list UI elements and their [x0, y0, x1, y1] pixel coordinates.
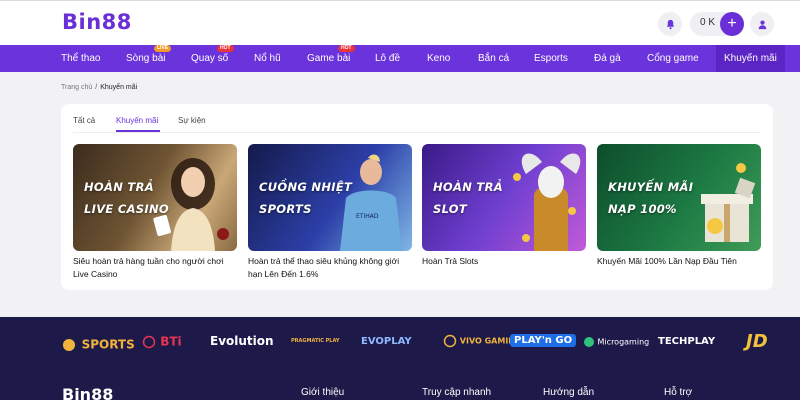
balance-pill[interactable]: 0 K + — [690, 12, 744, 36]
tab-all[interactable]: Tất cả — [73, 116, 95, 125]
partner-name: BTi — [160, 334, 182, 349]
nav-label: Game bài — [307, 53, 351, 64]
bell-icon — [666, 19, 674, 29]
partner-evoplay-logo: EVOPLAY — [361, 336, 412, 347]
tab-promotions[interactable]: Khuyến mãi — [116, 116, 158, 125]
svg-text:ETIHAD: ETIHAD — [356, 213, 379, 220]
nav-item-da-ga[interactable]: Đá gà — [594, 45, 621, 72]
balance-value: 0 K — [700, 17, 716, 28]
breadcrumb-current: Khuyến mãi — [100, 84, 138, 91]
nav-item-no-hu[interactable]: Nổ hũ — [254, 45, 281, 72]
partner-name: SPORTS — [81, 337, 135, 352]
nav-item-lo-de[interactable]: Lô đề — [375, 45, 400, 72]
promo-caption[interactable]: Hoàn Trả Slots — [422, 255, 586, 268]
promo-card-sports[interactable]: ETIHAD CUỒNG NHIỆT SPORTS Hoàn trả thể t… — [248, 144, 412, 281]
nav-item-esports[interactable]: Esports — [534, 45, 568, 72]
nav-item-game-bai[interactable]: Game bài HOT — [307, 45, 355, 72]
nav-item-keno[interactable]: Keno — [427, 45, 450, 72]
footer-col-ho-tro[interactable]: Hỗ trợ — [664, 387, 692, 398]
promo-caption[interactable]: Khuyến Mãi 100% Lần Nạp Đầu Tiên — [597, 255, 761, 268]
site-logo[interactable]: Bin88 — [62, 10, 132, 34]
partner-techplay-logo: TECHPLAY — [658, 336, 716, 347]
promo-card-deposit[interactable]: KHUYẾN MÃI NẠP 100% Khuyến Mãi 100% Lần … — [597, 144, 761, 268]
hot-badge: HOT — [217, 45, 234, 52]
site-footer: SPORTS BTi Evolution PRAGMATIC PLAY EVOP… — [0, 317, 800, 400]
nav-label: Quay số — [191, 53, 229, 64]
promo-caption[interactable]: Siêu hoàn trả hàng tuần cho người chơi L… — [73, 255, 237, 281]
nav-item-song-bai[interactable]: Sòng bài LIVE — [126, 45, 172, 72]
nav-item-khuyen-mai[interactable]: Khuyến mãi — [716, 45, 785, 72]
top-header: Bin88 0 K + — [0, 0, 800, 45]
breadcrumb-separator: / — [95, 84, 98, 91]
microgaming-circle-icon — [584, 337, 594, 347]
nav-item-cong-game[interactable]: Cổng game — [647, 45, 699, 72]
nav-item-ban-ca[interactable]: Bắn cá — [478, 45, 509, 72]
banner-title: HOÀN TRẢ — [84, 180, 154, 194]
egyptian-god-illustration — [513, 153, 581, 251]
notification-button[interactable] — [658, 12, 682, 36]
partner-evolution-logo: Evolution — [210, 334, 274, 348]
breadcrumb-home[interactable]: Trang chủ — [61, 84, 92, 91]
partner-name: Microgaming — [597, 337, 650, 347]
gift-box-illustration — [701, 163, 756, 242]
casino-dealer-illustration — [153, 158, 229, 251]
footer-col-gioi-thieu[interactable]: Giới thiệu — [301, 387, 344, 398]
footer-logo[interactable]: Bin88 — [62, 385, 113, 400]
hot-badge: HOT — [338, 45, 355, 52]
partner-microgaming-logo: Microgaming — [583, 336, 649, 348]
active-tab-indicator — [116, 130, 160, 132]
banner-title: CUỒNG NHIỆT — [259, 180, 353, 194]
account-button[interactable] — [750, 12, 774, 36]
user-icon — [758, 20, 766, 29]
main-nav: Thể thao Sòng bài LIVE Quay số HOT Nổ hũ… — [0, 45, 800, 72]
promo-banner[interactable]: ETIHAD CUỒNG NHIỆT SPORTS — [248, 144, 412, 251]
banner-subtitle: SLOT — [433, 202, 468, 216]
partner-bti-logo: BTi — [142, 334, 182, 349]
banner-subtitle: LIVE CASINO — [84, 202, 169, 216]
sports-shield-icon — [63, 338, 75, 351]
nav-item-quay-so[interactable]: Quay số HOT — [191, 45, 234, 72]
live-badge: LIVE — [154, 45, 172, 52]
partner-sports-logo: SPORTS — [62, 334, 135, 353]
promo-banner[interactable]: HOÀN TRẢ SLOT — [422, 144, 586, 251]
footer-col-huong-dan[interactable]: Hướng dẫn — [543, 387, 594, 398]
partner-jd-logo: JD — [746, 331, 768, 352]
promotions-panel: Tất cả Khuyến mãi Sự kiện HOÀN TRẢ LIVE … — [61, 104, 773, 290]
banner-title: KHUYẾN MÃI — [608, 180, 694, 194]
nav-label: Sòng bài — [126, 53, 166, 64]
tab-events[interactable]: Sự kiện — [178, 116, 206, 125]
footer-col-truy-cap-nhanh[interactable]: Truy cập nhanh — [422, 387, 491, 398]
deposit-plus-button[interactable]: + — [720, 12, 744, 36]
banner-subtitle: SPORTS — [259, 202, 312, 216]
promo-banner[interactable]: HOÀN TRẢ LIVE CASINO — [73, 144, 237, 251]
bti-circle-icon — [142, 335, 156, 348]
banner-title: HOÀN TRẢ — [433, 180, 503, 194]
promo-card-live-casino[interactable]: HOÀN TRẢ LIVE CASINO Siêu hoàn trả hàng … — [73, 144, 237, 281]
partner-playngo-logo: PLAY'n GO — [510, 334, 577, 347]
tabs-divider — [73, 132, 761, 133]
partner-pragmatic-logo: PRAGMATIC PLAY — [291, 338, 340, 344]
promo-banner[interactable]: KHUYẾN MÃI NẠP 100% — [597, 144, 761, 251]
promo-card-slot[interactable]: HOÀN TRẢ SLOT Hoàn Trả Slots — [422, 144, 586, 268]
football-player-illustration: ETIHAD — [340, 154, 402, 251]
banner-subtitle: NẠP 100% — [608, 202, 677, 216]
vivo-circle-icon — [443, 334, 457, 348]
breadcrumb: Trang chủ / Khuyến mãi — [61, 84, 137, 91]
nav-item-the-thao[interactable]: Thể thao — [61, 45, 100, 72]
promo-caption[interactable]: Hoàn trả thể thao siêu khủng không giới … — [248, 255, 412, 281]
